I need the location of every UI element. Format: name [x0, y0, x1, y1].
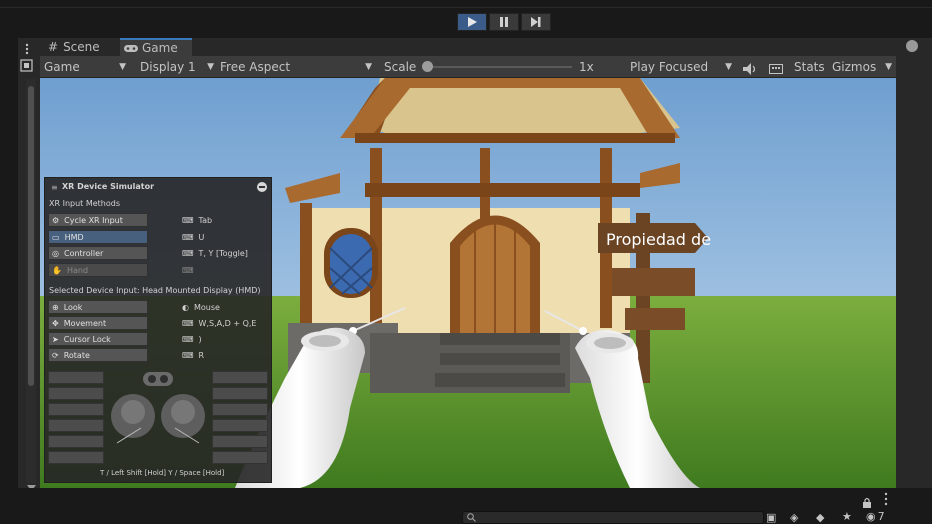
scale-label: Scale	[384, 59, 417, 74]
hand-key-hint: ⌨	[182, 266, 194, 275]
cycle-xr-input-button[interactable]: ⚙ Cycle XR Input	[48, 213, 148, 227]
mute-audio-icon[interactable]	[743, 60, 757, 79]
aspect-dropdown[interactable]: Free Aspect ▼	[220, 56, 374, 77]
keyboard-icon: ⌨	[182, 216, 194, 225]
hmd-button[interactable]: ▭ HMD	[48, 230, 148, 244]
hmd-key-hint: ⌨ U	[182, 233, 205, 242]
palette-icon[interactable]: ◈	[790, 511, 798, 524]
rotate-button[interactable]: ⟳ Rotate	[48, 348, 148, 362]
controller-icon: ◎	[52, 248, 59, 258]
cycle-icon: ⚙	[52, 215, 60, 225]
move-icon: ✥	[52, 318, 59, 328]
hidden-count[interactable]: ◉ 7	[866, 510, 885, 523]
scale-slider-track[interactable]	[424, 66, 572, 68]
scale-slider-handle[interactable]	[422, 61, 433, 72]
collapse-icon[interactable]	[257, 182, 267, 192]
pause-button[interactable]	[489, 13, 519, 31]
gizmos-dropdown[interactable]: Gizmos ▼	[832, 56, 894, 77]
screenshot-icon[interactable]: ▣	[766, 511, 776, 524]
lock-view-icon[interactable]	[20, 58, 34, 72]
hand-icon: ✋	[52, 265, 62, 275]
xr-device-simulator-panel: ≡ XR Device Simulator XR Input Methods ⚙…	[44, 177, 272, 483]
play-icon	[468, 17, 477, 27]
step-button[interactable]	[521, 13, 551, 31]
headset-icon: ▭	[52, 232, 60, 242]
chevron-down-icon: ▼	[885, 61, 892, 72]
status-options-icon[interactable]	[882, 491, 890, 510]
pause-icon	[500, 17, 508, 27]
star-icon[interactable]: ★	[842, 510, 852, 523]
simulator-title: XR Device Simulator	[62, 182, 155, 191]
cursor-lock-key-hint: ⌨)	[182, 335, 202, 344]
play-button[interactable]	[457, 13, 487, 31]
chevron-down-icon: ▼	[725, 61, 732, 72]
look-icon: ⊕	[52, 302, 59, 312]
keyboard-shortcuts-icon[interactable]	[769, 60, 783, 79]
rotate-icon: ⟳	[52, 350, 59, 360]
right-panel-strip	[896, 38, 932, 488]
movement-button[interactable]: ✥ Movement	[48, 316, 148, 330]
look-button[interactable]: ⊕ Look	[48, 300, 148, 314]
drag-handle-icon[interactable]: ≡	[51, 183, 58, 192]
input-methods-heading: XR Input Methods	[49, 199, 121, 208]
keyboard-icon: ⌨	[182, 351, 194, 360]
scale-value: 1x	[579, 59, 594, 74]
kebab-menu-icon[interactable]	[22, 40, 32, 55]
display-dropdown[interactable]: Display 1 ▼	[140, 56, 216, 77]
view-dropdown[interactable]: Game ▼	[44, 56, 130, 77]
hand-button[interactable]: ✋ Hand	[48, 263, 148, 277]
sign-text: Propiedad de	[606, 230, 711, 249]
movement-key-hint: ⌨ W,S,A,D + Q,E	[182, 319, 257, 328]
tag-icon[interactable]: ◆	[816, 511, 824, 524]
controller-key-hint: ⌨ T, Y [Toggle]	[182, 249, 248, 258]
keyboard-icon: ⌨	[182, 266, 194, 275]
selected-device-heading: Selected Device Input: Head Mounted Disp…	[49, 286, 261, 295]
chevron-down-icon: ▼	[365, 61, 372, 72]
controllers-diagram-icon	[111, 372, 205, 444]
eye-slash-icon: ◉	[866, 510, 876, 523]
keyboard-icon: ⌨	[182, 233, 194, 242]
scrollbar-thumb[interactable]	[28, 86, 34, 386]
grid-icon: #	[48, 40, 59, 54]
play-mode-dropdown[interactable]: Play Focused ▼	[630, 56, 734, 77]
info-icon[interactable]	[906, 40, 918, 52]
mouse-icon: ◐	[182, 303, 189, 312]
stats-button[interactable]: Stats	[794, 56, 825, 77]
controller-button[interactable]: ◎ Controller	[48, 246, 148, 260]
gamepad-icon	[124, 44, 138, 52]
tab-game[interactable]: Game	[120, 38, 192, 56]
tab-scene[interactable]: # Scene	[44, 38, 118, 56]
chevron-down-icon: ▼	[207, 61, 214, 72]
keyboard-icon: ⌨	[182, 319, 194, 328]
cursor-lock-button[interactable]: ➤ Cursor Lock	[48, 332, 148, 346]
keyboard-icon: ⌨	[182, 249, 194, 258]
cycle-key-hint: ⌨ Tab	[182, 216, 213, 225]
cursor-icon: ➤	[52, 334, 59, 344]
search-icon	[467, 513, 476, 522]
search-input[interactable]	[462, 511, 764, 524]
chevron-down-icon: ▼	[119, 61, 126, 72]
look-key-hint: ◐ Mouse	[182, 303, 220, 312]
keyboard-icon: ⌨	[182, 335, 194, 344]
rotate-key-hint: ⌨ R	[182, 351, 205, 360]
modifier-hint: T / Left Shift [Hold] Y / Space [Hold]	[100, 469, 225, 477]
step-icon	[531, 17, 541, 27]
